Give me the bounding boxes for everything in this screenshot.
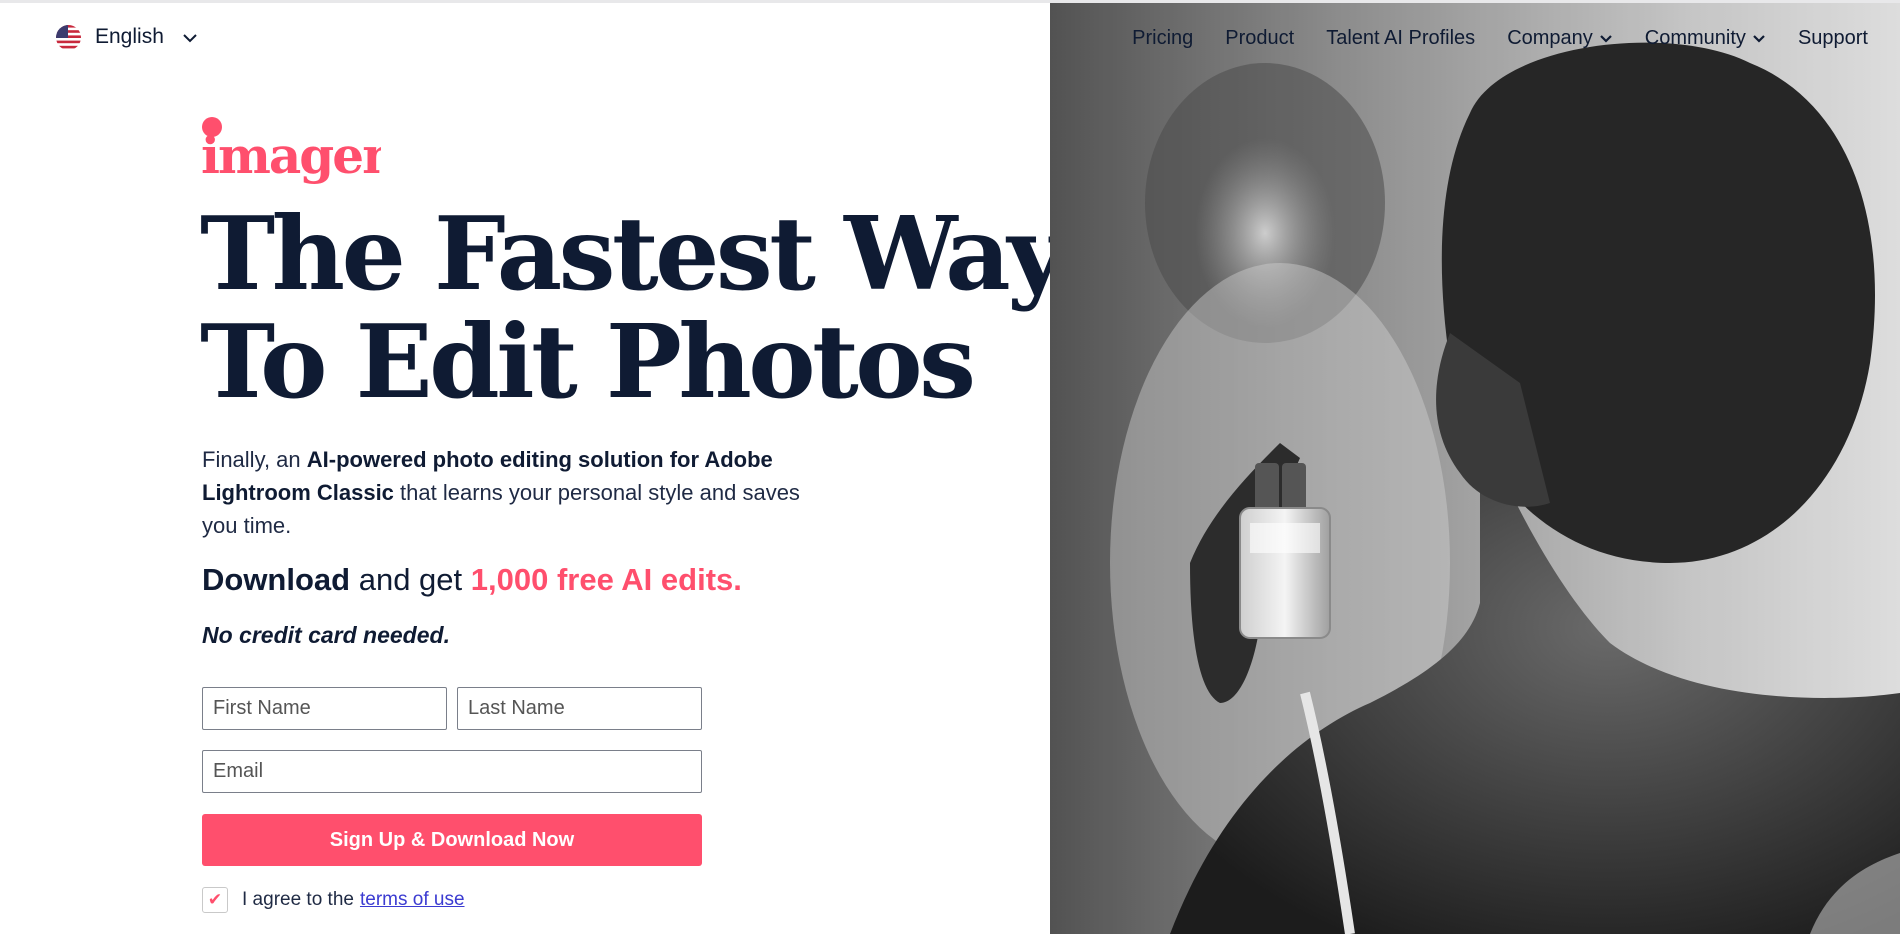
nav-company[interactable]: Company xyxy=(1507,27,1613,50)
sign-up-download-button[interactable]: Sign Up & Download Now xyxy=(202,814,702,866)
nav-label: Product xyxy=(1225,27,1295,49)
language-selector[interactable]: English xyxy=(56,22,198,52)
nav-label: Company xyxy=(1507,27,1593,49)
hero-intro: Finally, an AI-powered photo editing sol… xyxy=(202,443,822,542)
first-name-field[interactable] xyxy=(202,687,447,730)
nav-label: Support xyxy=(1797,27,1868,49)
top-navigation: Pricing Product Talent AI Profiles Compa… xyxy=(1132,27,1868,50)
terms-agreement: ✔ I agree to the terms of use xyxy=(202,885,465,915)
nav-pricing[interactable]: Pricing xyxy=(1132,27,1193,50)
last-name-field[interactable] xyxy=(457,687,702,730)
headline-line-2: To Edit Photos xyxy=(200,302,976,421)
chevron-down-icon xyxy=(1599,34,1613,44)
no-credit-card-note: No credit card needed. xyxy=(202,622,450,648)
nav-community[interactable]: Community xyxy=(1645,27,1766,50)
terms-label: I agree to the xyxy=(242,889,354,910)
offer-strong: Download xyxy=(202,562,351,597)
nav-support[interactable]: Support xyxy=(1798,27,1868,50)
terms-checkbox[interactable]: ✔ xyxy=(202,887,228,913)
us-flag-icon xyxy=(56,24,81,50)
chevron-down-icon xyxy=(1752,34,1766,44)
terms-of-use-link[interactable]: terms of use xyxy=(360,889,465,911)
chevron-down-icon xyxy=(182,30,198,48)
nav-label: Talent AI Profiles xyxy=(1326,27,1476,49)
headline-line-1: The Fastest Way xyxy=(200,194,1066,313)
language-label: English xyxy=(95,25,164,48)
nav-label: Pricing xyxy=(1132,27,1194,49)
logo-text: imagen xyxy=(201,126,381,185)
offer-accent: 1,000 free AI edits. xyxy=(470,562,742,597)
hero-photo: Pricing Product Talent AI Profiles Compa… xyxy=(1050,3,1900,934)
nav-talent-ai-profiles[interactable]: Talent AI Profiles xyxy=(1326,27,1475,50)
nav-label: Community xyxy=(1644,27,1746,49)
hero-headline: The Fastest Way To Edit Photos xyxy=(200,194,1066,421)
email-field[interactable] xyxy=(202,750,702,793)
offer-middle: and get xyxy=(350,562,471,597)
intro-prefix: Finally, an xyxy=(202,447,307,472)
checkmark-icon: ✔ xyxy=(207,890,223,909)
offer-text: Download and get 1,000 free AI edits. xyxy=(202,562,742,598)
nav-product[interactable]: Product xyxy=(1225,27,1294,50)
brand-logo[interactable]: imagen xyxy=(201,115,400,187)
